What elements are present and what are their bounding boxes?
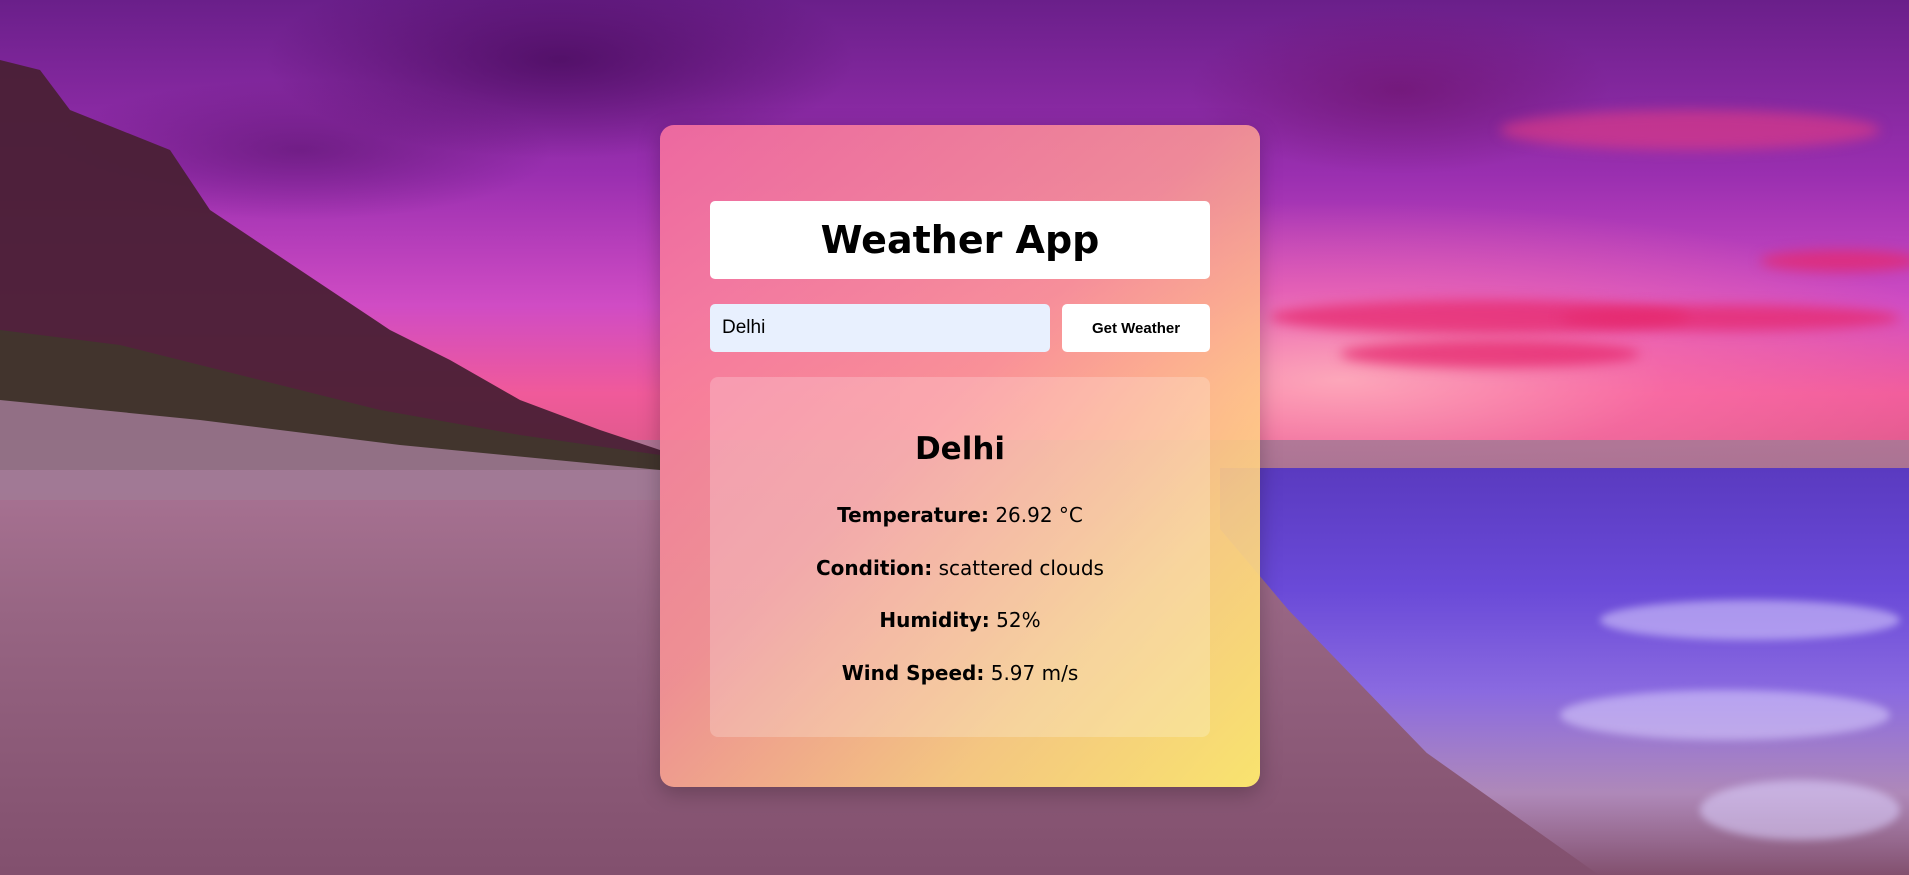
condition-row: Condition: scattered clouds — [710, 556, 1210, 580]
condition-label: Condition: — [816, 556, 933, 580]
city-input[interactable] — [710, 304, 1050, 352]
weather-card: Weather App Get Weather Delhi Temperatur… — [660, 125, 1260, 787]
humidity-label: Humidity: — [879, 608, 990, 632]
wind-speed-row: Wind Speed: 5.97 m/s — [710, 661, 1210, 685]
humidity-row: Humidity: 52% — [710, 608, 1210, 632]
get-weather-button[interactable]: Get Weather — [1062, 304, 1210, 352]
humidity-value: 52% — [996, 608, 1041, 632]
wind-speed-value: 5.97 m/s — [990, 661, 1079, 685]
condition-value: scattered clouds — [938, 556, 1104, 580]
temperature-label: Temperature: — [837, 503, 989, 527]
title-banner: Weather App — [710, 201, 1210, 279]
weather-result-panel: Delhi Temperature: 26.92 °C Condition: s… — [710, 377, 1210, 737]
result-city-name: Delhi — [914, 431, 1006, 467]
wave-foam — [1600, 600, 1900, 640]
search-row: Get Weather — [710, 304, 1210, 352]
temperature-row: Temperature: 26.92 °C — [710, 503, 1210, 527]
app-title: Weather App — [820, 218, 1100, 262]
temperature-value: 26.92 °C — [995, 503, 1083, 527]
wave-foam — [1700, 780, 1900, 840]
wind-speed-label: Wind Speed: — [841, 661, 985, 685]
wave-foam — [1560, 690, 1890, 740]
